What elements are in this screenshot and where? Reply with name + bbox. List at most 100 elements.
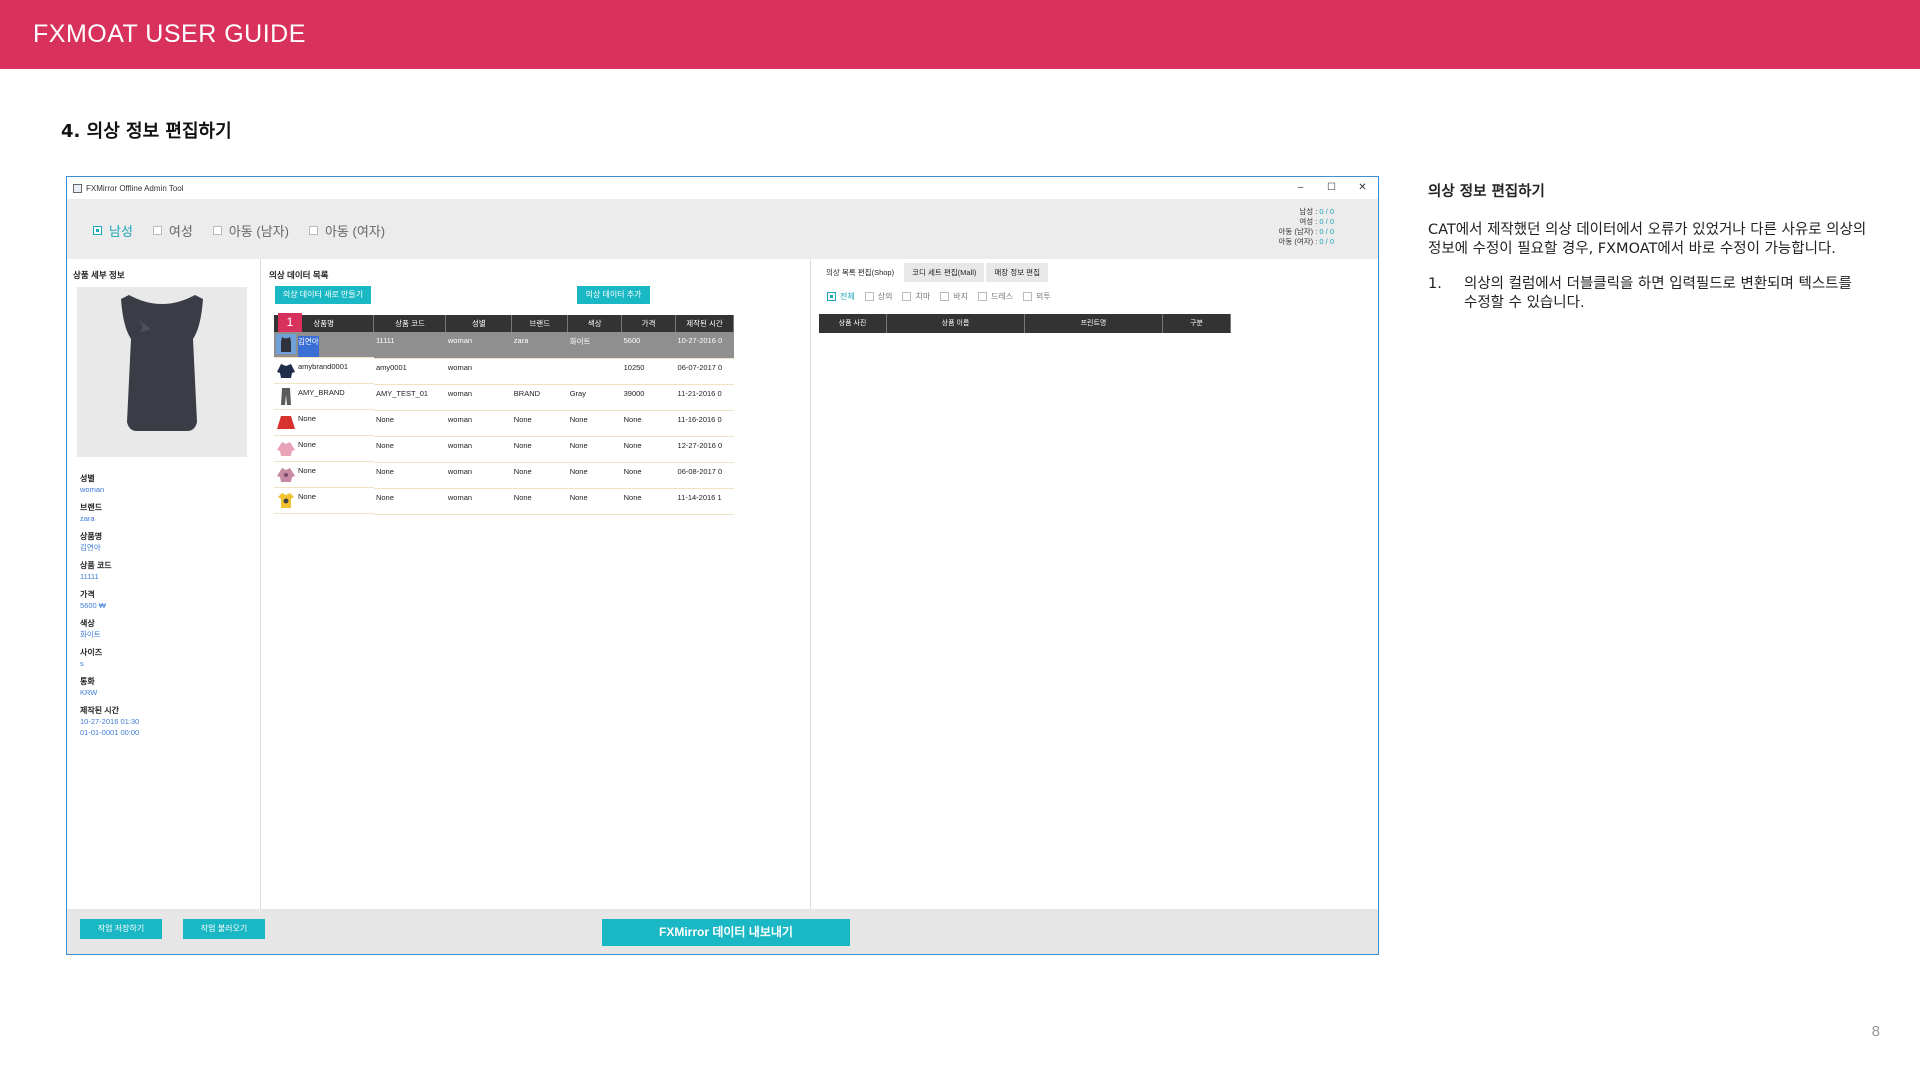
table-cell[interactable]: 39000 (621, 384, 676, 411)
table-cell[interactable]: Gray (567, 384, 622, 411)
table-row[interactable]: amybrand0001 amy0001 woman 10250 06-07-2017 … (274, 358, 734, 385)
table-cell[interactable]: amy0001 (373, 358, 446, 385)
table-cell[interactable]: 5600 (621, 332, 676, 359)
table-cell[interactable]: 10-27-2016 0 (675, 332, 734, 359)
navy-jacket-thumbnail (277, 364, 295, 378)
table-cell[interactable]: None (567, 488, 622, 515)
export-fxmirror-data-button[interactable]: FXMirror 데이터 내보내기 (602, 919, 850, 946)
table-cell[interactable]: None (274, 410, 374, 436)
table-cell[interactable]: None (567, 410, 622, 437)
table-cell[interactable]: None (621, 462, 676, 489)
table-cell[interactable]: 06-07-2017 0 (675, 358, 734, 385)
new-clothing-data-button[interactable]: 의상 데이터 새로 만들기 (275, 286, 371, 304)
table-cell[interactable]: amybrand0001 (274, 358, 374, 384)
category-filter-option[interactable]: 전체 (827, 291, 855, 302)
gender-toolbar: 남성 여성 아동 (남자) 아동 (여자) 남성 : 0 / 0 여성 : 0 / 0아… (67, 199, 1378, 259)
detail-field-label: 사이즈 (80, 648, 103, 657)
tab-2[interactable]: 매장 정보 편집 (986, 263, 1048, 282)
table-cell[interactable]: None (511, 436, 568, 463)
banner-title: FXMOAT USER GUIDE (33, 20, 306, 48)
table-cell[interactable]: None (274, 462, 374, 488)
table-cell[interactable]: 11-16-2016 0 (675, 410, 734, 437)
gender-option[interactable]: 아동 (남자) (212, 221, 289, 240)
table-cell[interactable] (567, 358, 622, 385)
table-cell[interactable]: None (621, 488, 676, 515)
detail-field-label: 브랜드 (80, 503, 103, 512)
minimize-button[interactable]: – (1285, 177, 1316, 199)
column-header[interactable]: 색상 (567, 315, 623, 332)
column-header[interactable]: 제작된 시간 (675, 315, 734, 332)
gender-option[interactable]: 남성 (93, 221, 133, 240)
count-value: 0 / 0 (1319, 207, 1334, 216)
shop-column-header[interactable]: 상품 이름 (887, 314, 1025, 333)
table-cell[interactable]: BRAND (511, 384, 568, 411)
category-filter-option[interactable]: 외투 (1023, 291, 1051, 302)
tab-0[interactable]: 의상 목록 편집(Shop) (818, 263, 903, 282)
table-cell[interactable]: None (373, 436, 446, 463)
table-cell[interactable]: None (567, 436, 622, 463)
table-cell[interactable]: woman (445, 462, 512, 489)
table-cell[interactable]: None (373, 410, 446, 437)
category-filter-option[interactable]: 바지 (940, 291, 968, 302)
description-title: 의상 정보 편집하기 (1428, 184, 1545, 200)
table-cell[interactable]: AMY_TEST_01 (373, 384, 446, 411)
table-cell[interactable]: None (621, 436, 676, 463)
table-cell[interactable]: 화이트 (567, 332, 622, 359)
gender-option[interactable]: 여성 (152, 221, 193, 240)
table-cell[interactable]: None (567, 462, 622, 489)
table-cell[interactable]: woman (445, 384, 512, 411)
table-cell[interactable]: 김연아 (274, 332, 374, 358)
table-cell[interactable]: woman (445, 358, 512, 385)
table-cell[interactable]: woman (445, 436, 512, 463)
table-cell[interactable]: 11-21-2016 0 (675, 384, 734, 411)
tab-1[interactable]: 코디 세트 편집(Mall) (904, 263, 985, 282)
column-header[interactable]: 성별 (445, 315, 513, 332)
save-work-button[interactable]: 작업 저장하기 (80, 919, 162, 939)
table-cell[interactable]: 12-27-2016 0 (675, 436, 734, 463)
table-cell[interactable]: None (373, 488, 446, 515)
shop-column-header[interactable]: 구분 (1163, 314, 1231, 333)
shop-column-header[interactable]: 프린트명 (1025, 314, 1163, 333)
detail-field-value: 10-27-2016 01:30 (80, 717, 140, 726)
gender-counts: 남성 : 0 / 0 여성 : 0 / 0 아동 (남자) : 0 / 0 아동 (여… (1278, 207, 1334, 247)
table-cell[interactable]: None (511, 488, 568, 515)
close-button[interactable]: ✕ (1347, 177, 1378, 199)
table-cell[interactable]: None (274, 488, 374, 514)
detail-field-value: woman (80, 485, 105, 494)
table-cell[interactable] (511, 358, 568, 385)
table-cell[interactable]: woman (445, 488, 512, 515)
table-cell[interactable]: None (373, 462, 446, 489)
gender-option[interactable]: 아동 (여자) (308, 221, 385, 240)
table-row[interactable]: None None woman None None None 06-08-2017 0 (274, 462, 734, 489)
maximize-button[interactable]: ☐ (1316, 177, 1347, 199)
table-row[interactable]: None None woman None None None 12-27-2016 0 (274, 436, 734, 463)
table-cell[interactable]: zara (511, 332, 568, 359)
table-cell[interactable]: 11-14-2016 1 (675, 488, 734, 515)
shop-column-header[interactable]: 상품 사진 (819, 314, 887, 333)
table-cell[interactable]: None (511, 410, 568, 437)
table-row[interactable]: AMY_BRAND AMY_TEST_01 woman BRAND Gray 39000 1… (274, 384, 734, 411)
category-filter-option[interactable]: 치마 (902, 291, 930, 302)
table-cell[interactable]: None (621, 410, 676, 437)
column-header[interactable]: 브랜드 (511, 315, 569, 332)
table-cell[interactable]: 06-08-2017 0 (675, 462, 734, 489)
description-steps: 1. 의상의 컬럼에서 더블클릭을 하면 입력필드로 변환되며 텍스트를 수정할 … (1428, 275, 1868, 313)
table-cell[interactable]: None (511, 462, 568, 489)
column-header[interactable]: 상품 코드 (373, 315, 447, 332)
table-cell[interactable]: woman (445, 410, 512, 437)
table-row[interactable]: None None woman None None None 11-16-2016 0 (274, 410, 734, 437)
category-filter-option[interactable]: 드레스 (977, 291, 1013, 302)
table-row[interactable]: 김연아 11111 woman zara 화이트 5600 10-27-2016 0 (274, 332, 734, 359)
column-header[interactable]: 가격 (621, 315, 677, 332)
page-number: 8 (1871, 1023, 1880, 1040)
detail-field-value: 김연아 (80, 543, 101, 552)
table-cell[interactable]: AMY_BRAND (274, 384, 374, 410)
table-cell[interactable]: None (274, 436, 374, 462)
add-clothing-data-button[interactable]: 의상 데이터 추가 (577, 286, 650, 304)
category-filter-option[interactable]: 상의 (864, 291, 892, 302)
table-cell[interactable]: 11111 (373, 332, 446, 359)
table-cell[interactable]: woman (445, 332, 512, 359)
table-cell[interactable]: 10250 (621, 358, 676, 385)
load-work-button[interactable]: 작업 불러오기 (183, 919, 265, 939)
table-row[interactable]: None None woman None None None 11-14-2016 1 (274, 488, 734, 515)
